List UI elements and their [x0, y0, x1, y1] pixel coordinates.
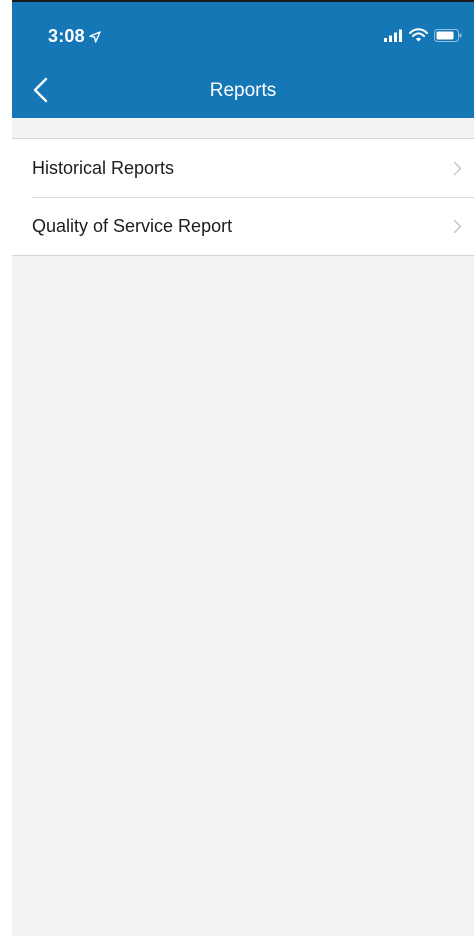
location-arrow-icon [89, 30, 101, 43]
battery-icon [434, 28, 462, 42]
chevron-right-icon [453, 161, 462, 176]
list-item-quality-of-service-report[interactable]: Quality of Service Report [12, 197, 474, 255]
page-title: Reports [209, 80, 277, 101]
app-screen: 3:08 Reports Historical Reports Quality … [12, 0, 474, 936]
signal-bars-icon [384, 29, 402, 42]
list-item-label: Quality of Service Report [32, 216, 233, 236]
chevron-right-icon [453, 219, 462, 234]
list-item-historical-reports[interactable]: Historical Reports [12, 139, 474, 197]
time-text: 3:08 [48, 26, 85, 46]
header-bar: 3:08 Reports [12, 0, 474, 118]
reports-list: Historical Reports Quality of Service Re… [12, 138, 474, 256]
status-icons [383, 28, 462, 42]
status-bar-time: 3:08 [48, 26, 101, 47]
list-item-label: Historical Reports [32, 158, 175, 178]
wifi-icon [409, 28, 428, 42]
